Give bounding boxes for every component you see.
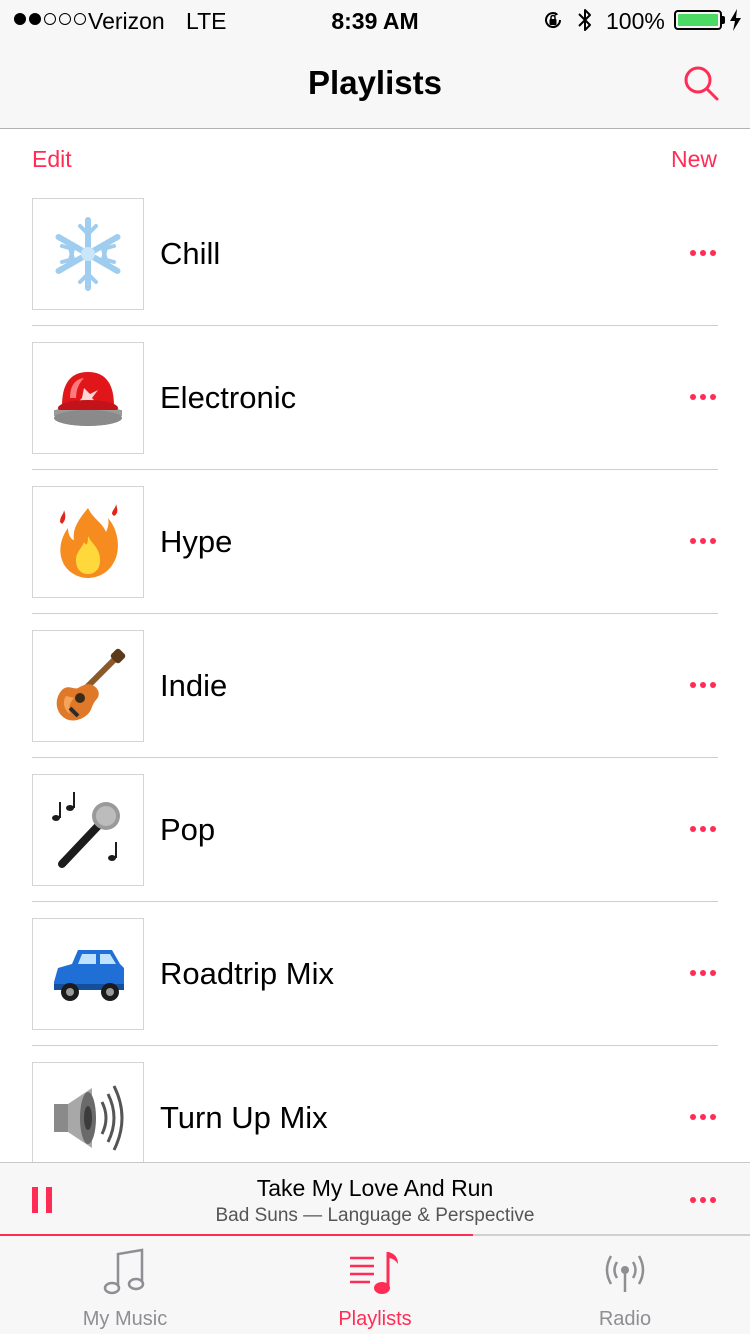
microphone-icon bbox=[52, 792, 120, 868]
snowflake-icon bbox=[55, 217, 121, 291]
fire-icon bbox=[60, 504, 118, 578]
page-title: Playlists bbox=[308, 64, 442, 101]
playlist-title: Electronic bbox=[160, 380, 297, 415]
tab-playlists[interactable]: Playlists bbox=[250, 1236, 500, 1334]
tab-label: Radio bbox=[598, 1308, 652, 1330]
more-options-icon[interactable] bbox=[690, 826, 716, 832]
playlist-artwork bbox=[32, 774, 144, 886]
battery-cap bbox=[722, 16, 725, 24]
guitar-icon bbox=[56, 648, 126, 721]
playlist-row-electronic[interactable]: Electronic bbox=[0, 326, 750, 470]
more-options-icon[interactable] bbox=[690, 538, 716, 544]
tab-label: My Music bbox=[82, 1308, 168, 1330]
playlist-row-turn-up-mix[interactable]: Turn Up Mix bbox=[0, 1046, 750, 1162]
battery-icon bbox=[674, 10, 722, 30]
more-options-icon[interactable] bbox=[690, 1197, 716, 1203]
playlist-title: Indie bbox=[160, 668, 228, 703]
edit-button[interactable]: Edit bbox=[32, 146, 72, 173]
playlist-title: Chill bbox=[160, 236, 221, 271]
new-playlist-button[interactable]: New bbox=[671, 146, 717, 173]
charging-bolt-icon bbox=[730, 9, 741, 31]
playlist-title: Hype bbox=[160, 524, 233, 559]
speaker-icon bbox=[54, 1085, 124, 1151]
more-options-icon[interactable] bbox=[690, 1114, 716, 1120]
more-options-icon[interactable] bbox=[690, 682, 716, 688]
playlist-list: Chill Electronic Hype Indie Pop Roadtrip… bbox=[0, 182, 750, 1162]
now-playing-title: Take My Love And Run bbox=[256, 1175, 494, 1201]
top-bar: Verizon LTE 8:39 AM 100% Playlists bbox=[0, 0, 750, 129]
more-options-icon[interactable] bbox=[690, 394, 716, 400]
playlist-artwork bbox=[32, 918, 144, 1030]
playlist-icon bbox=[350, 1252, 398, 1294]
music-note-icon bbox=[103, 1248, 145, 1295]
playlist-artwork bbox=[32, 342, 144, 454]
playlist-row-hype[interactable]: Hype bbox=[0, 470, 750, 614]
car-icon bbox=[54, 950, 124, 1001]
playlist-title: Roadtrip Mix bbox=[160, 956, 334, 991]
rotation-lock-icon bbox=[545, 12, 562, 29]
mini-player[interactable]: Take My Love And Run Bad Suns — Language… bbox=[0, 1162, 750, 1236]
playlist-artwork bbox=[32, 486, 144, 598]
battery-percent: 100% bbox=[606, 8, 665, 34]
playlist-title: Turn Up Mix bbox=[160, 1100, 328, 1135]
status-bar: Verizon LTE 8:39 AM 100% bbox=[0, 0, 750, 40]
playlist-row-indie[interactable]: Indie bbox=[0, 614, 750, 758]
playlist-row-pop[interactable]: Pop bbox=[0, 758, 750, 902]
more-options-icon[interactable] bbox=[690, 970, 716, 976]
more-options-icon[interactable] bbox=[690, 250, 716, 256]
playlist-artwork bbox=[32, 198, 144, 310]
tab-radio[interactable]: Radio bbox=[500, 1236, 750, 1334]
playlist-row-chill[interactable]: Chill bbox=[0, 182, 750, 326]
siren-light-icon bbox=[54, 372, 122, 426]
playlist-artwork bbox=[32, 630, 144, 742]
radio-antenna-icon bbox=[605, 1255, 645, 1292]
battery-level bbox=[678, 14, 718, 26]
playlist-row-roadtrip-mix[interactable]: Roadtrip Mix bbox=[0, 902, 750, 1046]
playlist-artwork bbox=[32, 1062, 144, 1162]
tab-bar: My Music Playlists Radio bbox=[0, 1236, 750, 1334]
bluetooth-icon bbox=[578, 9, 591, 31]
search-icon[interactable] bbox=[682, 64, 720, 102]
tab-my-music[interactable]: My Music bbox=[0, 1236, 250, 1334]
now-playing-subtitle: Bad Suns — Language & Perspective bbox=[215, 1205, 535, 1226]
tab-label: Playlists bbox=[338, 1308, 412, 1330]
playlist-title: Pop bbox=[160, 812, 216, 847]
